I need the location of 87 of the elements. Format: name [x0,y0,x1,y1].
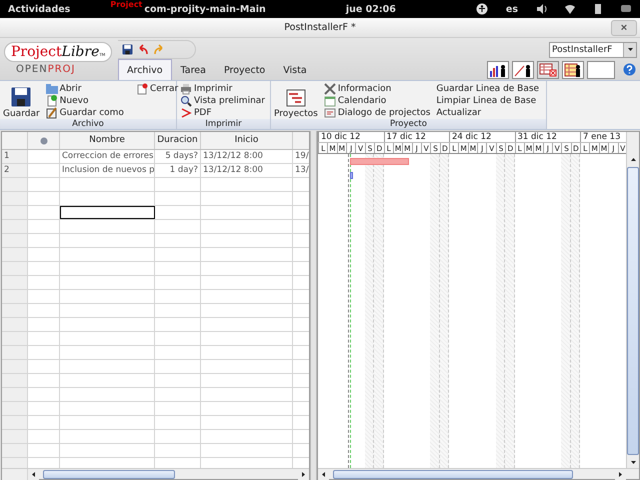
row-number-cell: 2 [2,164,28,177]
table-person-icon[interactable] [562,60,584,78]
redo-arrow-icon [153,44,165,56]
week-label: 24 dic 12 [449,132,514,142]
ribbon-button[interactable]: Imprimir [180,83,265,95]
down-arrow-icon [630,459,636,466]
table-cell: 13/12/12 8:00 [201,150,293,163]
ribbon-button[interactable]: Nuevo [46,95,124,107]
battery-icon [592,3,604,15]
ribbon-button[interactable]: Abrir [46,83,124,95]
folder-icon [46,83,58,95]
right-arrow-icon [617,470,624,478]
ribbon-button[interactable]: Dialogo de projectos [324,107,430,119]
ribbon-tab[interactable]: Tarea [172,59,215,80]
logo-subtitle: OPEN [16,64,48,75]
column-header[interactable]: Duracion [155,132,201,149]
horizontal-scrollbar[interactable] [2,468,309,479]
undo-arrow-icon [137,44,149,56]
logo-subtitle-accent: PROJ [48,64,76,75]
week-label: 17 dic 12 [384,132,449,142]
pdf-icon [180,107,192,119]
projects-button[interactable]: Proyectos [274,83,318,119]
ribbon-tab[interactable]: Vista [274,59,316,80]
magnifier-icon [180,95,192,107]
left-arrow-icon [30,470,37,478]
selected-cell[interactable] [60,206,155,219]
gantt-chart-icon [286,89,306,107]
scrollbar-thumb[interactable] [627,167,639,455]
printer-icon [180,83,192,95]
info-icon [40,136,48,144]
vertical-scrollbar[interactable] [626,132,639,468]
group-title: Archivo [0,119,176,129]
ribbon-button[interactable]: Vista preliminar [180,95,265,107]
new-document-icon [46,95,58,107]
row-number-cell: 1 [2,150,28,163]
ribbon-button[interactable]: Guardar Linea de Base [436,83,540,95]
ribbon-button[interactable]: Guardar como [46,107,124,119]
table-cell: 1 day? [155,164,201,177]
document-icon [136,83,148,95]
right-arrow-icon [300,470,307,478]
accessibility-icon [476,3,488,15]
window-title: PostInstallerF * [284,22,356,33]
ribbon-tab[interactable]: Archivo [118,59,172,80]
wifi-icon [564,3,576,15]
column-header[interactable]: Inicio [201,132,293,149]
table-cell: Correccion de errores [60,150,155,163]
group-title: Proyecto [271,119,546,129]
activities-button[interactable]: Actividades [8,4,70,14]
help-icon [623,63,636,76]
ribbon-button[interactable]: PDF [180,107,265,119]
ribbon-button[interactable]: Actualizar [436,107,540,119]
ribbon-button[interactable]: Calendario [324,95,430,107]
save-button[interactable]: Guardar [3,83,40,119]
tools-icon [324,83,336,95]
calendar-icon [324,95,336,107]
ribbon-button[interactable]: Limpiar Linea de Base [436,95,540,107]
column-header[interactable]: Nombre [60,132,155,149]
week-label: 10 dic 12 [318,132,384,142]
speaker-icon [536,3,548,15]
close-button[interactable]: × [611,20,637,36]
left-arrow-icon [320,470,327,478]
pencil-document-icon [46,107,58,119]
dropdown-button[interactable] [623,42,636,56]
project-select[interactable]: PostInstallerF [549,42,637,58]
close-file-button[interactable]: Cerrar [136,83,178,95]
app-menu[interactable]: com-projity-main-Main [144,4,266,14]
up-arrow-icon [630,156,636,163]
table-cell: 13/12/12 8:00 [201,164,293,177]
table-cell: Inclusion de nuevos p [60,164,155,177]
scrollbar-thumb[interactable] [43,470,175,478]
ribbon-button[interactable]: Informacion [324,83,430,95]
histogram-icon[interactable] [487,60,509,78]
group-title: Imprimir [177,119,270,129]
chat-icon [620,3,632,15]
app-badge-label: Project [110,0,142,9]
blank-field[interactable] [587,60,615,78]
table-cell: 5 days? [155,150,201,163]
dialog-icon [324,107,336,119]
ribbon-tab[interactable]: Proyecto [214,59,274,80]
down-arrow-icon [626,46,634,53]
table-remove-icon[interactable] [537,60,559,78]
clock[interactable]: jue 02:06 [346,4,396,14]
scrollbar-thumb[interactable] [333,470,573,478]
horizontal-scrollbar[interactable] [318,468,639,479]
language-indicator[interactable]: es [506,4,518,14]
line-chart-icon[interactable] [512,60,534,78]
week-label: 31 dic 12 [514,132,580,142]
